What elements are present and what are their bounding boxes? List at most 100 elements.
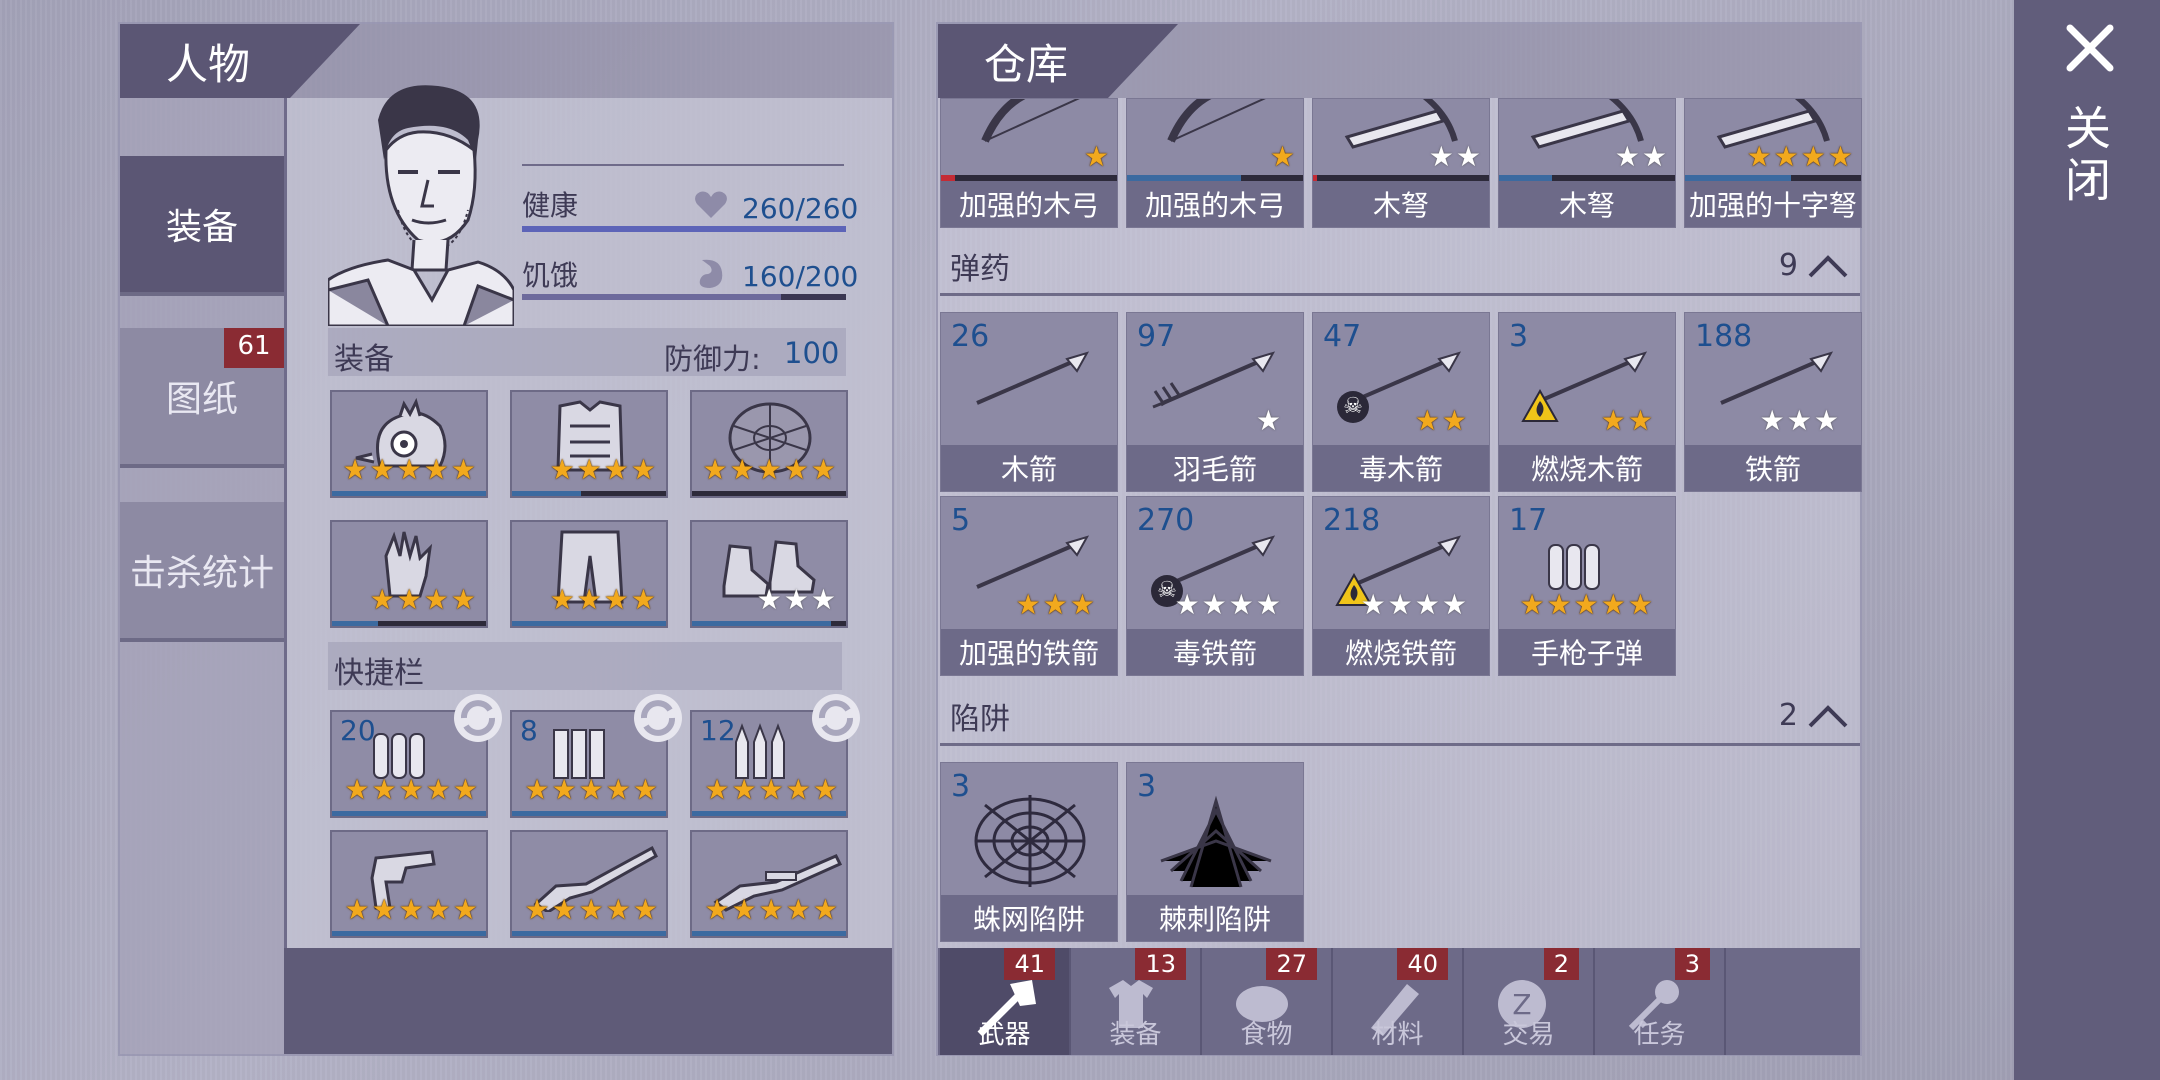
collapse-chevron-icon[interactable] [1806,702,1850,730]
rarity-stars: ★ ★ [1615,143,1667,171]
rarity-stars: ★ ★ ★ ★ [550,456,656,484]
category-tab-0[interactable]: 武器 41 [940,948,1071,1055]
weapon-item[interactable]: ★ ★ 木弩 [1498,98,1676,228]
bow-icon [1141,99,1291,151]
star-icon: ★ [1759,404,1785,437]
close-icon[interactable] [2064,22,2116,74]
item-label: 毒木箭 [1313,445,1489,491]
trap-item[interactable]: 3 蛛网陷阱 [940,762,1118,942]
traps-section-title: 陷阱 [950,701,1010,737]
rarity-stars: ★ ★ ★ ★ [1175,591,1281,619]
rarity-stars: ★ [1084,143,1109,171]
star-icon: ★ [1255,404,1281,437]
quickbar-slot[interactable]: ★ ★ ★ ★ ★ [690,830,848,938]
trap-item[interactable]: 3 棘刺陷阱 [1126,762,1304,942]
quickbar-slot[interactable]: ★ ★ ★ ★ ★ [330,830,488,938]
equipment-slot[interactable]: ★ ★ ★ [690,520,848,628]
ammo-item[interactable]: 188 ★ ★ ★ 铁箭 [1684,312,1862,492]
spider-web-icon [965,791,1095,891]
category-tab-3[interactable]: 材料 40 [1333,948,1464,1055]
star-icon: ★ [1387,588,1413,621]
star-icon: ★ [1441,404,1467,437]
ammo-item[interactable]: 97 ★ 羽毛箭 [1126,312,1304,492]
star-icon: ★ [369,453,395,486]
equipment-slot[interactable]: ★ ★ ★ ★ ★ [330,390,488,498]
ammo-item[interactable]: 3 ★ ★ 燃烧木箭 [1498,312,1676,492]
collapse-chevron-icon[interactable] [1806,252,1850,280]
category-count-badge: 40 [1397,948,1448,980]
category-tab-label: 食物 [1240,1020,1293,1050]
equipment-slot[interactable]: ★ ★ ★ ★ [510,390,668,498]
equipment-slot[interactable]: ★ ★ ★ ★ [330,520,488,628]
star-icon: ★ [396,453,422,486]
health-value: 260/260 [742,192,859,225]
poison-skull-icon: ☠ [1337,391,1369,423]
character-title: 人物 [166,39,251,89]
star-icon: ★ [1083,140,1109,173]
equipment-slot[interactable]: ★ ★ ★ ★ [510,520,668,628]
quickbar-slot[interactable]: ★ ★ ★ ★ ★ [510,830,668,938]
refresh-icon[interactable] [808,690,864,746]
item-label: 棘刺陷阱 [1127,895,1303,941]
item-label: 燃烧木箭 [1499,445,1675,491]
ammo-item[interactable]: 218 ★ ★ ★ ★ 燃烧铁箭 [1312,496,1490,676]
side-tab-kill-stats[interactable]: 击杀统计 [120,502,284,642]
durability-bar [332,491,486,496]
category-tab-label: 任务 [1633,1020,1686,1050]
star-icon: ★ [576,583,602,616]
close-sidebar[interactable]: 关闭 [2014,0,2160,1080]
ammo-item[interactable]: 270 ☠ ★ ★ ★ ★ 毒铁箭 [1126,496,1304,676]
weapon-item[interactable]: ★ ★ 木弩 [1312,98,1490,228]
weapon-item[interactable]: ★ 加强的木弓 [1126,98,1304,228]
star-icon: ★ [1600,404,1626,437]
pistol-ammo-icon [1521,533,1631,593]
hunger-bar [522,294,846,300]
rarity-stars: ★ ★ [1601,407,1653,435]
star-icon: ★ [1573,588,1599,621]
category-tab-1[interactable]: 装备 13 [1071,948,1202,1055]
weapon-item[interactable]: ★ 加强的木弓 [940,98,1118,228]
item-label: 燃烧铁箭 [1313,629,1489,675]
star-icon: ★ [576,453,602,486]
weapon-item[interactable]: ★ ★ ★ ★ 加强的十字弩 [1684,98,1862,228]
rarity-stars: ★ ★ ★ [757,586,836,614]
ammo-item[interactable]: 47 ☠ ★ ★ 毒木箭 [1312,312,1490,492]
rarity-stars: ★ ★ ★ ★ ★ [704,896,838,924]
ammo-item[interactable]: 26 木箭 [940,312,1118,492]
star-icon: ★ [344,893,370,926]
refresh-icon[interactable] [630,690,686,746]
side-tab-equipment[interactable]: 装备 [120,156,284,296]
close-label[interactable]: 关闭 [2058,104,2118,208]
star-icon: ★ [603,453,629,486]
storage-title: 仓库 [984,39,1069,89]
star-icon: ★ [342,453,368,486]
star-icon: ★ [702,453,728,486]
durability-bar [332,621,486,626]
slot-bar [692,811,846,816]
equipment-slot[interactable]: ★ ★ ★ ★ ★ [690,390,848,498]
star-icon: ★ [1773,140,1799,173]
star-icon: ★ [605,893,631,926]
item-label: 加强的铁箭 [941,629,1117,675]
star-icon: ★ [1201,588,1227,621]
category-tab-5[interactable]: 任务 3 [1595,948,1726,1055]
ammo-item[interactable]: 17 ★ ★ ★ ★ ★ 手枪子弹 [1498,496,1676,676]
star-icon: ★ [1641,140,1667,173]
arrow-icon [963,349,1093,409]
traps-section-header[interactable]: 陷阱 2 [940,688,1860,746]
star-icon: ★ [425,893,451,926]
star-icon: ★ [785,893,811,926]
star-icon: ★ [783,453,809,486]
rarity-stars: ★ ★ ★ ★ ★ [524,896,658,924]
rarity-stars: ★ ★ ★ ★ ★ [702,456,836,484]
star-icon: ★ [1519,588,1545,621]
ammo-section-header[interactable]: 弹药 9 [940,238,1860,296]
slot-bar [512,931,666,936]
star-icon: ★ [578,773,604,806]
ammo-item[interactable]: 5 ★ ★ ★ 加强的铁箭 [940,496,1118,676]
rarity-stars: ★ ★ ★ ★ ★ [524,776,658,804]
category-tab-4[interactable]: Z 交易 2 [1464,948,1595,1055]
character-footer-bg [284,948,892,1054]
category-tab-2[interactable]: 食物 27 [1202,948,1333,1055]
refresh-icon[interactable] [450,690,506,746]
